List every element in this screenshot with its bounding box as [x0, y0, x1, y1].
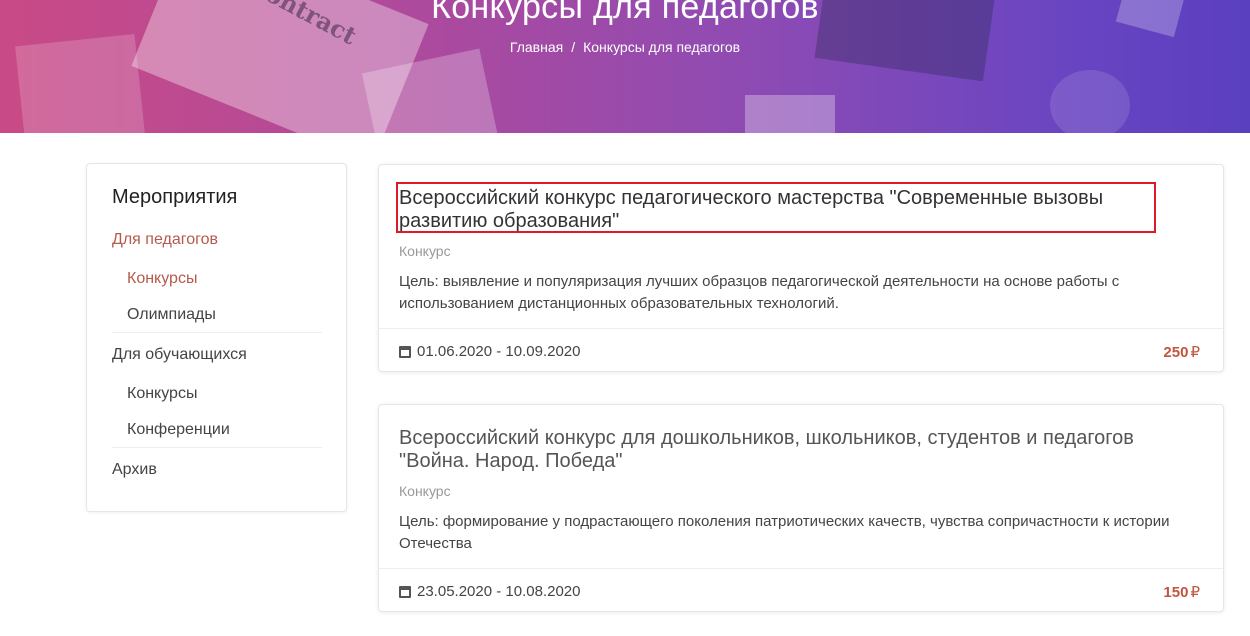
breadcrumb-home-link[interactable]: Главная [510, 39, 563, 55]
contest-dates-text: 01.06.2020 - 10.09.2020 [417, 343, 581, 360]
sidebar-item-student-conferences[interactable]: Конференции [127, 421, 230, 439]
contest-dates: 23.05.2020 - 10.08.2020 [399, 583, 580, 600]
sidebar-title: Мероприятия [112, 186, 238, 208]
sidebar-divider [112, 332, 322, 333]
sidebar-item-for-students[interactable]: Для обучающихся [112, 346, 247, 364]
contest-price-value: 150 [1163, 584, 1189, 601]
sidebar-item-student-contests[interactable]: Конкурсы [127, 385, 197, 403]
decor-box [745, 95, 835, 133]
contest-type: Конкурс [399, 243, 451, 259]
ruble-sign: ₽ [1190, 584, 1200, 601]
contest-description: Цель: формирование у подрастающего покол… [399, 513, 1170, 552]
contest-title-link[interactable]: Всероссийский конкурс педагогического ма… [399, 187, 1179, 233]
contest-dates-text: 23.05.2020 - 10.08.2020 [417, 583, 581, 600]
contest-card: Всероссийский конкурс педагогического ма… [378, 164, 1224, 372]
contest-card: Всероссийский конкурс для дошкольников, … [378, 404, 1224, 612]
decor-cup [1050, 70, 1130, 133]
contest-price: 250 ₽ [1163, 343, 1200, 361]
card-divider [379, 568, 1223, 569]
sidebar-events: Мероприятия Для педагогов Конкурсы Олимп… [86, 163, 347, 512]
sidebar-item-archive[interactable]: Архив [112, 461, 157, 479]
sidebar-item-teacher-contests[interactable]: Конкурсы [127, 270, 197, 288]
contest-type: Конкурс [399, 483, 451, 499]
card-divider [379, 328, 1223, 329]
sidebar-divider [112, 447, 322, 448]
breadcrumb-separator: / [571, 39, 576, 55]
ruble-sign: ₽ [1190, 344, 1200, 361]
contest-price-value: 250 [1163, 344, 1189, 361]
contest-title-link[interactable]: Всероссийский конкурс для дошкольников, … [399, 427, 1179, 473]
sidebar-item-teacher-olympiads[interactable]: Олимпиады [127, 306, 216, 324]
hero-banner: ontract Конкурсы для педагогов Главная / К… [0, 0, 1250, 133]
calendar-icon [399, 345, 411, 358]
contest-description: Цель: выявление и популяризация лучших о… [399, 273, 1120, 312]
sidebar-item-for-teachers[interactable]: Для педагогов [112, 231, 218, 249]
calendar-icon [399, 585, 411, 598]
contest-price: 150 ₽ [1163, 583, 1200, 601]
page-title: Конкурсы для педагогов [431, 0, 819, 26]
breadcrumb: Главная / Конкурсы для педагогов [0, 39, 1250, 55]
breadcrumb-current: Конкурсы для педагогов [583, 39, 741, 55]
contest-dates: 01.06.2020 - 10.09.2020 [399, 343, 580, 360]
